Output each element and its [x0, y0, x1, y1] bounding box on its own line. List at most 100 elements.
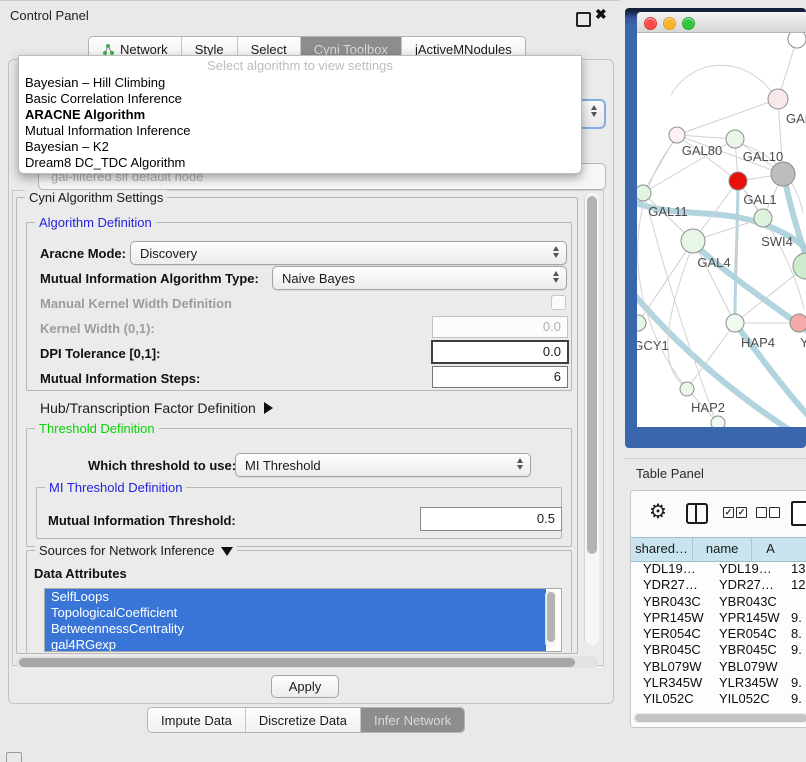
- table-row[interactable]: YBR043CYBR043C: [631, 594, 806, 610]
- unchecked-checkbox-icon[interactable]: [756, 507, 767, 518]
- dropdown-item[interactable]: Dream8 DC_TDC Algorithm: [19, 155, 581, 171]
- table-row[interactable]: YER054CYER054C8.: [631, 626, 806, 642]
- mac-minimize-icon[interactable]: [663, 17, 676, 30]
- mi-steps-field[interactable]: 6: [432, 366, 568, 388]
- aracne-mode-combo[interactable]: Discovery: [130, 241, 567, 265]
- network-edge: [645, 196, 715, 419]
- network-canvas[interactable]: GAL7GAL80GAL10GAL1GAL11SWI4GAL4GCY1HAP4Y…: [637, 33, 806, 427]
- network-node[interactable]: [681, 229, 705, 253]
- screen: Control Panel ✖ NetworkStyleSelectCyni T…: [0, 0, 806, 762]
- list-item[interactable]: SelfLoops: [45, 589, 546, 605]
- network-node[interactable]: [637, 185, 651, 201]
- kernel-width-field[interactable]: 0.0: [432, 316, 568, 338]
- settings-horizontal-scrollbar[interactable]: [16, 656, 598, 668]
- mac-close-icon[interactable]: [644, 17, 657, 30]
- table-row[interactable]: YBR045CYBR045C9.: [631, 642, 806, 658]
- network-window-titlebar[interactable]: [637, 12, 806, 33]
- algorithm-combo-focus-fragment[interactable]: [578, 99, 606, 129]
- settings-vertical-scrollbar[interactable]: [584, 193, 599, 645]
- data-attributes-list[interactable]: SelfLoopsTopologicalCoefficientBetweenne…: [44, 588, 562, 652]
- network-node[interactable]: [788, 33, 806, 48]
- dpi-tolerance-label: DPI Tolerance [0,1]:: [40, 346, 160, 361]
- minimized-panel-icon[interactable]: [6, 752, 22, 762]
- table-row[interactable]: YDL19…YDL19…13: [631, 561, 806, 577]
- network-node[interactable]: [771, 162, 795, 186]
- table-row[interactable]: YBL079WYBL079W: [631, 659, 806, 675]
- network-node[interactable]: [680, 382, 694, 396]
- list-item[interactable]: BetweennessCentrality: [45, 621, 546, 637]
- checked-checkbox-icon[interactable]: ✓: [736, 507, 747, 518]
- mi-threshold-label: Mutual Information Threshold:: [48, 513, 236, 528]
- network-node[interactable]: [768, 89, 788, 109]
- document-icon[interactable]: [791, 501, 806, 526]
- hub-factor-section[interactable]: Hub/Transcription Factor Definition: [40, 400, 273, 416]
- which-threshold-combo[interactable]: MI Threshold: [235, 453, 531, 477]
- hub-factor-label: Hub/Transcription Factor Definition: [40, 400, 256, 416]
- network-icon: [102, 43, 115, 56]
- table-panel: ⚙ ✓ ✓ shared… name A YDL19…YDL19…13YDR27…: [630, 490, 806, 728]
- network-node[interactable]: [726, 314, 744, 332]
- network-node[interactable]: [729, 172, 747, 190]
- table-cell: 9.: [791, 642, 806, 658]
- dropdown-item[interactable]: Bayesian – K2: [19, 139, 581, 155]
- list-item[interactable]: gal4RGexp: [45, 637, 546, 652]
- table-row[interactable]: YPR145WYPR145W9.: [631, 610, 806, 626]
- spinner-arrows-icon: [517, 458, 523, 470]
- table-horizontal-scrollbar[interactable]: [633, 713, 806, 723]
- tab-discretize-data[interactable]: Discretize Data: [246, 708, 361, 732]
- dropdown-item[interactable]: ARACNE Algorithm: [19, 107, 581, 123]
- column-header[interactable]: shared…: [631, 538, 693, 561]
- divider: [624, 458, 806, 459]
- tab-infer-network[interactable]: Infer Network: [361, 708, 464, 732]
- columns-icon[interactable]: [686, 503, 708, 524]
- list-item[interactable]: TopologicalCoefficient: [45, 605, 546, 621]
- network-node[interactable]: [669, 127, 685, 143]
- table-cell: YDL19…: [719, 561, 789, 577]
- table-cell: [791, 594, 806, 610]
- float-panel-icon[interactable]: [576, 12, 591, 27]
- spinner-arrows-icon: [553, 271, 559, 283]
- network-node[interactable]: [711, 416, 725, 427]
- list-scrollbar[interactable]: [545, 590, 556, 648]
- group-title: Threshold Definition: [35, 421, 159, 436]
- dropdown-item[interactable]: Basic Correlation Inference: [19, 91, 581, 107]
- expanded-arrow-icon: [221, 547, 233, 556]
- network-edge: [668, 244, 693, 385]
- tab-impute-data[interactable]: Impute Data: [148, 708, 246, 732]
- table-row[interactable]: YDR27…YDR27…12: [631, 577, 806, 593]
- node-label: GCY1: [637, 338, 669, 353]
- manual-kernel-checkbox[interactable]: [551, 295, 566, 310]
- table-cell: YPR145W: [719, 610, 789, 626]
- data-attributes-label: Data Attributes: [34, 566, 127, 581]
- mi-steps-label: Mutual Information Steps:: [40, 371, 200, 386]
- table-cell: YLR345W: [643, 675, 717, 691]
- unchecked-checkbox-icon[interactable]: [769, 507, 780, 518]
- network-node[interactable]: [637, 315, 646, 331]
- close-icon[interactable]: ✖: [595, 6, 607, 23]
- checked-checkbox-icon[interactable]: ✓: [723, 507, 734, 518]
- node-label: GAL11: [648, 204, 688, 219]
- network-node[interactable]: [790, 314, 806, 332]
- mi-type-combo[interactable]: Naive Bayes: [272, 266, 567, 290]
- sources-title[interactable]: Sources for Network Inference: [35, 543, 237, 558]
- apply-button[interactable]: Apply: [271, 675, 339, 698]
- table-cell: 8.: [791, 626, 806, 642]
- table-cell: YLR345W: [719, 675, 789, 691]
- column-header[interactable]: A: [752, 538, 806, 561]
- table-cell: 9.: [791, 610, 806, 626]
- mac-zoom-icon[interactable]: [682, 17, 695, 30]
- network-edge: [693, 241, 735, 323]
- column-header[interactable]: name: [693, 538, 752, 561]
- dropdown-item[interactable]: Mutual Information Inference: [19, 123, 581, 139]
- mi-threshold-field[interactable]: 0.5: [420, 507, 562, 531]
- dropdown-placeholder: Select algorithm to view settings: [19, 56, 581, 75]
- gear-icon[interactable]: ⚙: [649, 499, 667, 524]
- dropdown-item[interactable]: Bayesian – Hill Climbing: [19, 75, 581, 91]
- tab-label: Impute Data: [161, 713, 232, 728]
- table-row[interactable]: YLR345WYLR345W9.: [631, 675, 806, 691]
- control-panel-titlebar: [0, 0, 620, 31]
- network-node[interactable]: [726, 130, 744, 148]
- network-node[interactable]: [754, 209, 772, 227]
- dpi-tolerance-field[interactable]: 0.0: [431, 340, 569, 364]
- table-row[interactable]: YIL052CYIL052C9.: [631, 691, 806, 707]
